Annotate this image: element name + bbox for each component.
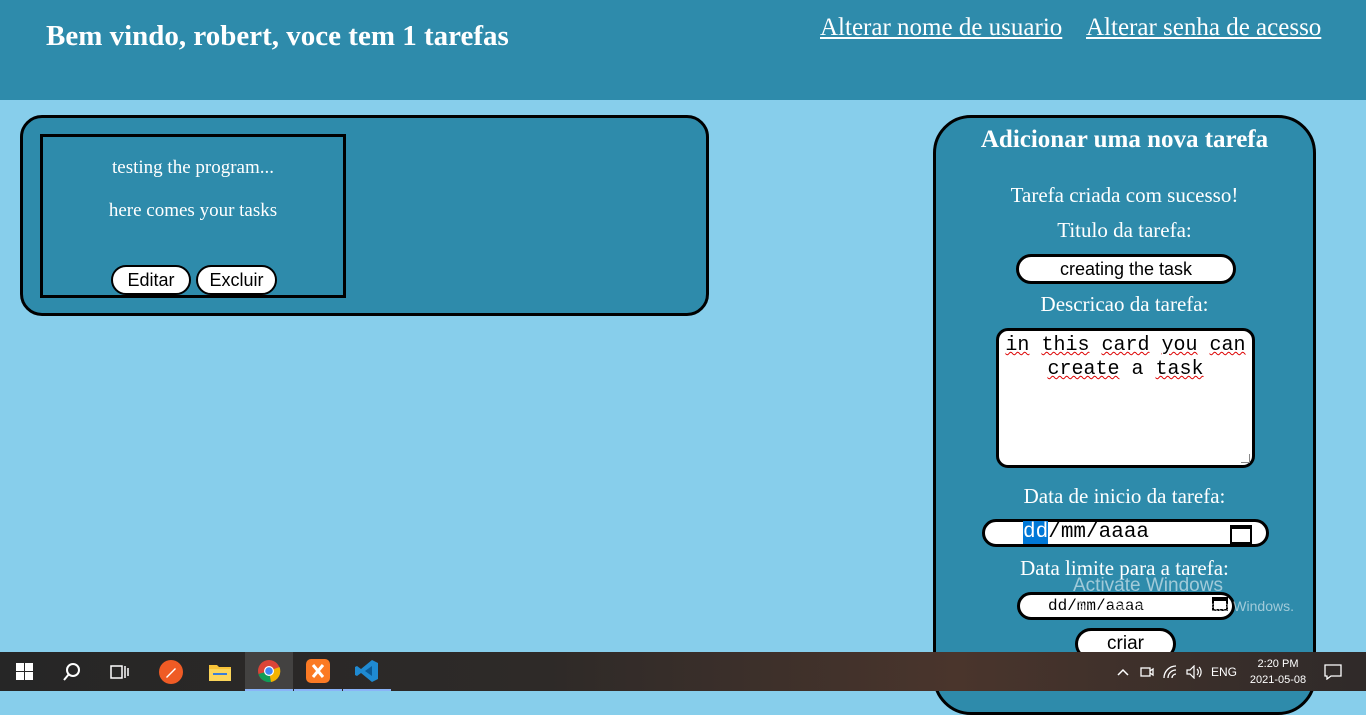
postman-icon[interactable] [147, 652, 195, 691]
start-date-rest: /mm/aaaa [1048, 521, 1150, 544]
desc-word: in [1005, 334, 1030, 357]
watermark-subtitle: Go to Settings to activate Windows. [1073, 598, 1294, 614]
vscode-icon[interactable] [343, 652, 391, 691]
clock-date: 2021-05-08 [1249, 674, 1307, 686]
resize-handle-icon[interactable] [1241, 454, 1250, 463]
activate-windows-watermark: Activate Windows Go to Settings to activ… [1073, 575, 1294, 614]
start-date-input[interactable]: dd/mm/aaaa [982, 519, 1269, 547]
watermark-title: Activate Windows [1073, 575, 1223, 596]
app-header: Bem vindo, robert, voce tem 1 tarefas Al… [0, 0, 1366, 100]
task-title-input[interactable]: creating the task [1016, 254, 1236, 284]
form-heading: Adicionar uma nova tarefa [980, 126, 1269, 153]
show-hidden-icons-icon[interactable] [1112, 652, 1134, 691]
task-card: testing the program... here comes your t… [40, 134, 346, 298]
desc-word: a [1131, 358, 1144, 381]
language-indicator[interactable]: ENG [1206, 652, 1242, 691]
desc-word: you [1161, 334, 1198, 357]
task-description-textarea[interactable]: in this card you can create a task [996, 328, 1255, 468]
desc-word: can [1209, 334, 1246, 357]
description-label: Descricao da tarefa: [1040, 292, 1209, 316]
welcome-heading: Bem vindo, robert, voce tem 1 tarefas [46, 20, 509, 52]
calendar-icon[interactable] [1230, 525, 1252, 544]
start-date-label: Data de inicio da tarefa: [1023, 484, 1226, 508]
start-icon[interactable] [0, 652, 48, 691]
desc-word: create [1047, 358, 1120, 381]
title-label: Titulo da tarefa: [1057, 218, 1192, 242]
volume-icon[interactable] [1184, 652, 1206, 691]
change-username-link[interactable]: Alterar nome de usuario [820, 14, 1062, 42]
new-task-form: Adicionar uma nova tarefa Tarefa criada … [933, 115, 1316, 715]
file-explorer-icon[interactable] [196, 652, 244, 691]
start-day-segment[interactable]: dd [1023, 521, 1049, 544]
network-icon[interactable] [1160, 652, 1182, 691]
notifications-icon[interactable] [1320, 652, 1346, 691]
clock-time: 2:20 PM [1257, 658, 1299, 670]
task-view-icon[interactable] [96, 652, 144, 691]
xampp-icon[interactable] [294, 652, 342, 691]
desc-word: task [1155, 358, 1204, 381]
task-description: here comes your tasks [108, 200, 278, 221]
system-clock[interactable]: 2:20 PM 2021-05-08 [1245, 656, 1311, 688]
change-password-link[interactable]: Alterar senha de acesso [1086, 14, 1321, 42]
meet-now-icon[interactable] [1136, 652, 1158, 691]
desc-word: card [1101, 334, 1150, 357]
success-message: Tarefa criada com sucesso! [1010, 183, 1239, 207]
desc-word: this [1041, 334, 1090, 357]
tasks-panel: testing the program... here comes your t… [20, 115, 709, 316]
chrome-icon[interactable] [245, 652, 293, 691]
edit-task-button[interactable]: Editar [111, 265, 191, 295]
delete-task-button[interactable]: Excluir [196, 265, 277, 295]
search-icon[interactable] [48, 652, 96, 691]
taskbar: ENG 2:20 PM 2021-05-08 [0, 652, 1366, 691]
task-title: testing the program... [112, 157, 274, 178]
